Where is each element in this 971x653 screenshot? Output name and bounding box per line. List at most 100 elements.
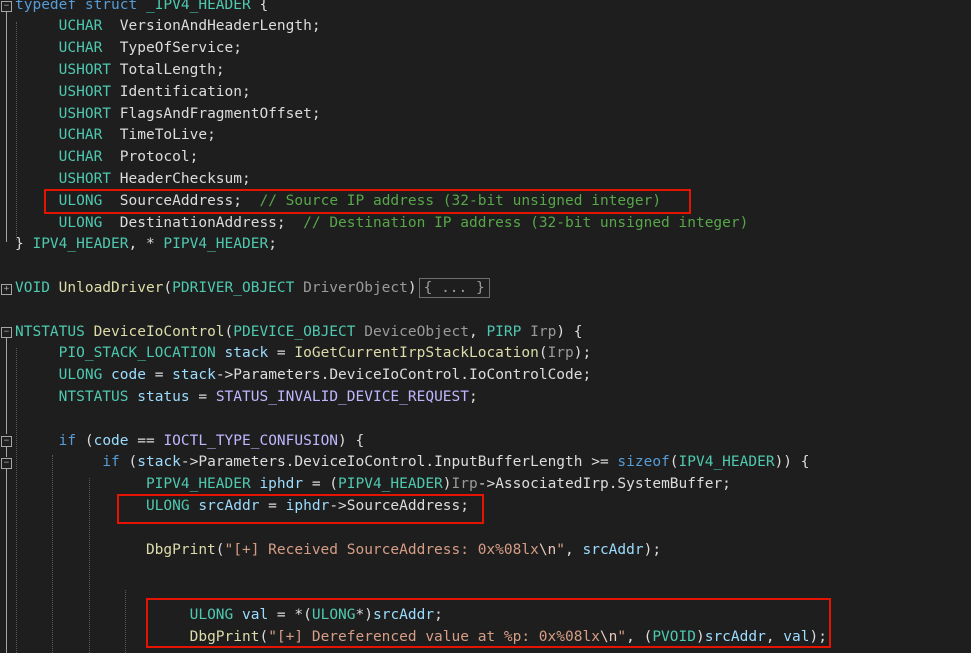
indent-guide [52, 455, 53, 653]
code-token: PIPV4_HEADER [338, 476, 443, 493]
code-token: ); [573, 345, 592, 362]
highlight-box-source-address [44, 189, 691, 214]
fold-guide-line [6, 12, 7, 242]
code-line[interactable]: USHORT FlagsAndFragmentOffset; [15, 104, 321, 126]
code-line[interactable]: UCHAR Protocol; [15, 147, 199, 169]
code-token: VOID [15, 279, 50, 296]
code-token: if [58, 432, 77, 449]
code-token: DriverObject [303, 279, 408, 296]
code-token: ; [582, 367, 592, 384]
code-token: UCHAR [58, 127, 103, 144]
fold-collapse-icon[interactable]: − [1, 458, 12, 469]
fold-guide-line [6, 338, 7, 434]
code-line[interactable]: USHORT HeaderChecksum; [15, 169, 251, 191]
code-token: DestinationAddress [119, 214, 277, 231]
code-token: ; [242, 83, 251, 100]
code-token: ; [207, 127, 216, 144]
code-line[interactable]: UCHAR TimeToLive; [15, 125, 216, 147]
code-token: ; [189, 149, 199, 166]
code-token: VersionAndHeaderLength [119, 18, 312, 35]
code-token: UnloadDriver [58, 279, 164, 296]
code-line[interactable]: DbgPrint("[+] Received SourceAddress: 0x… [15, 540, 661, 562]
code-token: HeaderChecksum [119, 170, 242, 187]
code-token: TotalLength [119, 61, 216, 78]
code-line[interactable]: USHORT TotalLength; [15, 60, 225, 82]
code-token: ( [669, 454, 679, 471]
code-token: ) { [556, 323, 583, 340]
code-line[interactable]: PIPV4_HEADER iphdr = (PIPV4_HEADER)Irp->… [15, 474, 731, 496]
code-token: UCHAR [58, 18, 103, 35]
code-token: , [468, 323, 487, 340]
code-token: NTSTATUS [58, 388, 129, 405]
indent-guide [16, 22, 17, 240]
code-token: ) [442, 476, 452, 493]
code-token: status [137, 388, 190, 405]
code-line[interactable]: ULONG DestinationAddress; // Destination… [15, 213, 749, 235]
code-token: code [111, 367, 146, 384]
code-token: ) { [338, 432, 365, 449]
code-token: Irp [451, 476, 478, 493]
code-token: NTSTATUS [15, 323, 85, 340]
code-line[interactable]: if (code == IOCTL_TYPE_CONFUSION) { [15, 431, 365, 453]
fold-collapse-icon[interactable]: − [1, 327, 12, 338]
code-line[interactable]: UCHAR TypeOfService; [15, 38, 242, 60]
code-line[interactable]: PIO_STACK_LOCATION stack = IoGetCurrentI… [15, 343, 592, 365]
code-editor[interactable]: typedef struct _IPV4_HEADER { UCHAR Vers… [0, 0, 971, 653]
code-line[interactable]: NTSTATUS status = STATUS_INVALID_DEVICE_… [15, 387, 478, 409]
code-line[interactable]: NTSTATUS DeviceIoControl(PDEVICE_OBJECT … [15, 322, 583, 344]
code-token: = [268, 345, 295, 362]
code-token: PIPV4_HEADER [163, 236, 269, 253]
code-token: , [565, 541, 583, 558]
indent-guide [89, 478, 90, 653]
code-token: -> [215, 367, 234, 384]
code-line[interactable]: ULONG code = stack->Parameters.DeviceIoC… [15, 365, 592, 387]
fold-expand-icon[interactable]: + [1, 284, 12, 295]
code-token: { [250, 0, 269, 13]
code-token: ; [311, 105, 321, 122]
fold-collapse-icon[interactable]: − [1, 1, 12, 12]
code-token: ; [469, 388, 478, 405]
collapsed-region-placeholder[interactable]: { ... } [418, 277, 490, 298]
code-token: ULONG [58, 367, 103, 384]
code-line[interactable]: if (stack->Parameters.DeviceIoControl.In… [15, 452, 809, 474]
code-token: -> [477, 476, 496, 493]
fold-collapse-icon[interactable]: − [1, 436, 12, 447]
code-token: PIRP [486, 323, 522, 340]
code-token: PIO_STACK_LOCATION [58, 345, 216, 362]
code-token: ( [76, 432, 94, 449]
code-token: Protocol [119, 149, 190, 166]
indent-guide [125, 590, 126, 653]
code-line[interactable]: typedef struct _IPV4_HEADER { [15, 0, 268, 16]
code-token: sizeof [617, 454, 670, 471]
code-token: PDEVICE_OBJECT [233, 323, 356, 340]
code-line[interactable]: UCHAR VersionAndHeaderLength; [15, 16, 321, 38]
code-token: ; [311, 18, 321, 35]
code-token: TypeOfService [119, 40, 234, 57]
code-line[interactable]: } IPV4_HEADER, * PIPV4_HEADER; [15, 234, 277, 256]
code-line[interactable]: USHORT Identification; [15, 82, 251, 104]
code-token: code [93, 432, 129, 449]
code-token: ) [407, 279, 417, 296]
code-token: USHORT [58, 105, 112, 122]
code-line[interactable]: VOID UnloadDriver(PDRIVER_OBJECT DriverO… [15, 277, 490, 300]
